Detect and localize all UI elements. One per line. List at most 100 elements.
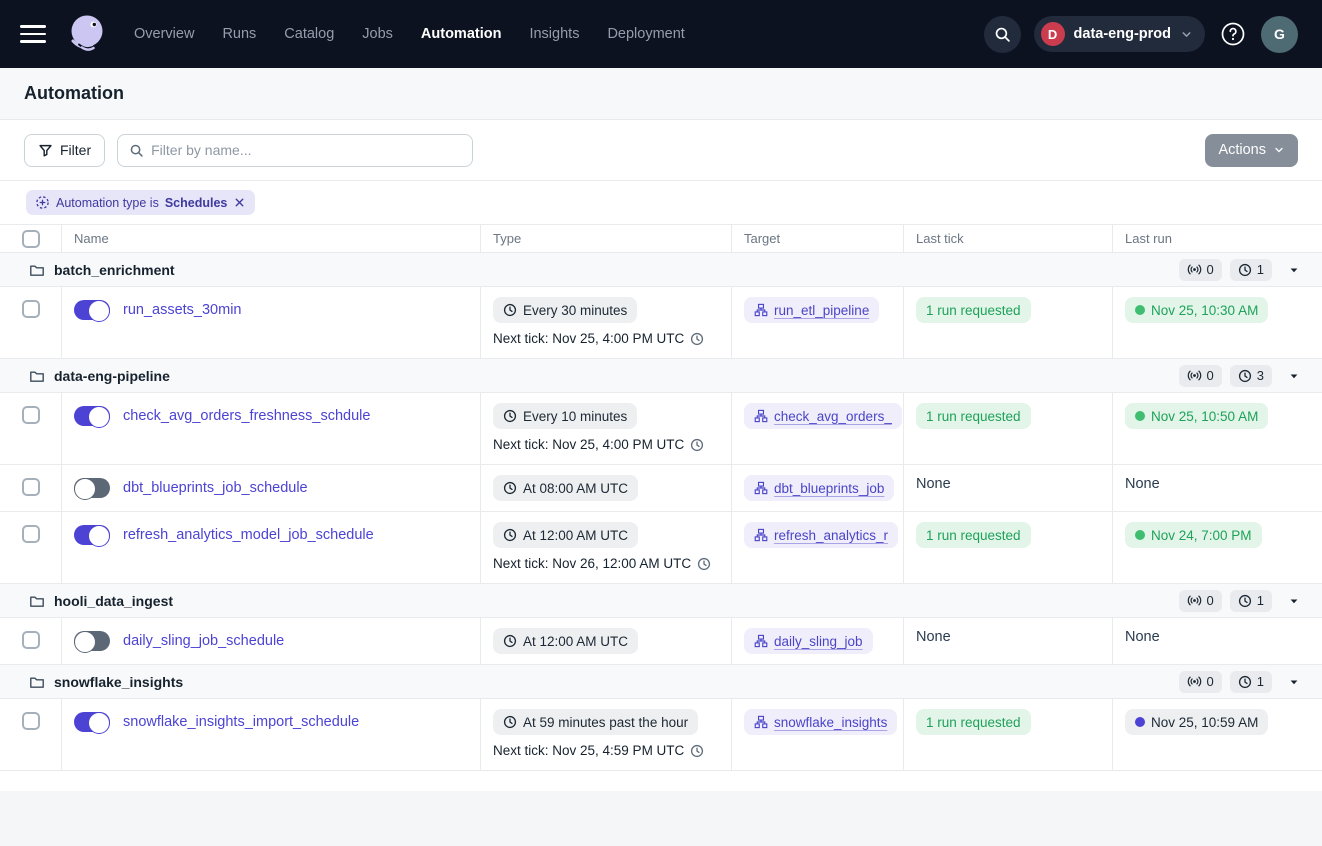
- column-header-name: Name: [61, 225, 480, 252]
- schedule-toggle[interactable]: [74, 478, 110, 498]
- schedule-cadence-pill: Every 10 minutes: [493, 403, 637, 429]
- column-header-last-tick: Last tick: [903, 225, 1112, 252]
- schedule-count-badge: 1: [1230, 671, 1272, 693]
- last-tick-pill[interactable]: 1 run requested: [916, 522, 1031, 548]
- schedule-name-link[interactable]: run_assets_30min: [123, 300, 242, 320]
- collapse-group-button[interactable]: [1288, 595, 1300, 607]
- nav-item-automation[interactable]: Automation: [421, 26, 502, 42]
- schedule-toggle[interactable]: [74, 631, 110, 651]
- hamburger-menu-icon[interactable]: [20, 25, 46, 43]
- schedule-name-link[interactable]: daily_sling_job_schedule: [123, 631, 284, 651]
- table-row: dbt_blueprints_job_schedule At 08:00 AM …: [0, 465, 1322, 512]
- schedule-name-link[interactable]: dbt_blueprints_job_schedule: [123, 478, 308, 498]
- active-filters-row: Automation type is Schedules: [0, 181, 1322, 224]
- filter-button[interactable]: Filter: [24, 134, 105, 167]
- schedule-toggle[interactable]: [74, 406, 110, 426]
- nav-item-insights[interactable]: Insights: [529, 26, 579, 42]
- clock-icon: [690, 744, 704, 758]
- clock-icon: [690, 332, 704, 346]
- schedule-cadence-pill: At 59 minutes past the hour: [493, 709, 698, 735]
- group-row: snowflake_insights 0 1: [0, 665, 1322, 699]
- folder-icon: [29, 674, 45, 690]
- row-checkbox[interactable]: [22, 525, 40, 543]
- collapse-group-button[interactable]: [1288, 264, 1300, 276]
- actions-button[interactable]: Actions: [1205, 134, 1298, 167]
- run-status-dot: [1135, 305, 1145, 315]
- row-checkbox[interactable]: [22, 478, 40, 496]
- clock-icon: [1238, 675, 1252, 689]
- dagster-logo[interactable]: [66, 13, 108, 55]
- group-name: batch_enrichment: [54, 262, 175, 278]
- nav-item-deployment[interactable]: Deployment: [607, 26, 684, 42]
- funnel-icon: [38, 143, 53, 158]
- group-row: data-eng-pipeline 0 3: [0, 359, 1322, 393]
- search-button[interactable]: [984, 16, 1021, 53]
- automation-condition-icon: [35, 195, 50, 210]
- target-pill[interactable]: check_avg_orders_: [744, 403, 902, 429]
- last-tick-none: None: [916, 463, 951, 492]
- row-checkbox[interactable]: [22, 406, 40, 424]
- remove-filter-icon[interactable]: [233, 196, 246, 209]
- last-tick-pill[interactable]: 1 run requested: [916, 297, 1031, 323]
- filter-toolbar: Filter Actions: [0, 120, 1322, 181]
- name-filter-input[interactable]: [151, 142, 461, 158]
- nav-item-runs[interactable]: Runs: [222, 26, 256, 42]
- row-checkbox[interactable]: [22, 631, 40, 649]
- select-all-checkbox[interactable]: [22, 230, 40, 248]
- page-title: Automation: [24, 83, 124, 104]
- nav-item-catalog[interactable]: Catalog: [284, 26, 334, 42]
- next-tick-text: Next tick: Nov 25, 4:00 PM UTC: [493, 437, 704, 452]
- last-run-pill[interactable]: Nov 25, 10:30 AM: [1125, 297, 1268, 323]
- sensor-count-badge: 0: [1179, 671, 1222, 693]
- last-run-pill[interactable]: Nov 25, 10:59 AM: [1125, 709, 1268, 735]
- last-run-pill[interactable]: Nov 25, 10:50 AM: [1125, 403, 1268, 429]
- schedule-name-link[interactable]: check_avg_orders_freshness_schdule: [123, 406, 370, 426]
- automation-type-filter-chip[interactable]: Automation type is Schedules: [26, 190, 255, 215]
- deployment-switcher[interactable]: D data-eng-prod: [1034, 16, 1205, 52]
- clock-icon: [1238, 594, 1252, 608]
- nav-item-overview[interactable]: Overview: [134, 26, 194, 42]
- deployment-name: data-eng-prod: [1074, 26, 1171, 42]
- target-pill[interactable]: dbt_blueprints_job: [744, 475, 894, 501]
- run-status-dot: [1135, 530, 1145, 540]
- user-avatar[interactable]: G: [1261, 16, 1298, 53]
- schedule-count-badge: 1: [1230, 259, 1272, 281]
- collapse-group-button[interactable]: [1288, 370, 1300, 382]
- caret-down-icon: [1288, 595, 1300, 607]
- sensor-icon: [1187, 593, 1202, 608]
- schedule-name-link[interactable]: snowflake_insights_import_schedule: [123, 712, 359, 732]
- table-row: run_assets_30min Every 30 minutes Next t…: [0, 287, 1322, 359]
- last-run-pill[interactable]: Nov 24, 7:00 PM: [1125, 522, 1262, 548]
- job-icon: [754, 528, 768, 542]
- next-tick-text: Next tick: Nov 25, 4:59 PM UTC: [493, 743, 704, 758]
- schedule-cadence-pill: At 12:00 AM UTC: [493, 522, 638, 548]
- last-tick-pill[interactable]: 1 run requested: [916, 709, 1031, 735]
- schedule-toggle[interactable]: [74, 712, 110, 732]
- clock-icon: [503, 409, 517, 423]
- next-tick-text: Next tick: Nov 26, 12:00 AM UTC: [493, 556, 711, 571]
- target-pill[interactable]: run_etl_pipeline: [744, 297, 879, 323]
- nav-item-jobs[interactable]: Jobs: [362, 26, 393, 42]
- row-checkbox[interactable]: [22, 712, 40, 730]
- clock-icon: [1238, 369, 1252, 383]
- last-tick-pill[interactable]: 1 run requested: [916, 403, 1031, 429]
- target-pill[interactable]: daily_sling_job: [744, 628, 873, 654]
- help-button[interactable]: [1218, 19, 1248, 49]
- deployment-badge: D: [1041, 22, 1065, 46]
- collapse-group-button[interactable]: [1288, 676, 1300, 688]
- table-row: daily_sling_job_schedule At 12:00 AM UTC…: [0, 618, 1322, 665]
- schedule-name-link[interactable]: refresh_analytics_model_job_schedule: [123, 525, 374, 545]
- row-checkbox[interactable]: [22, 300, 40, 318]
- target-pill[interactable]: refresh_analytics_r: [744, 522, 898, 548]
- folder-icon: [29, 368, 45, 384]
- schedule-toggle[interactable]: [74, 300, 110, 320]
- schedule-count-badge: 3: [1230, 365, 1272, 387]
- schedule-cadence-pill: At 12:00 AM UTC: [493, 628, 638, 654]
- clock-icon: [697, 557, 711, 571]
- schedule-toggle[interactable]: [74, 525, 110, 545]
- help-icon: [1220, 21, 1246, 47]
- target-pill[interactable]: snowflake_insights: [744, 709, 897, 735]
- page-header: Automation: [0, 68, 1322, 120]
- column-header-target: Target: [731, 225, 903, 252]
- caret-down-icon: [1288, 264, 1300, 276]
